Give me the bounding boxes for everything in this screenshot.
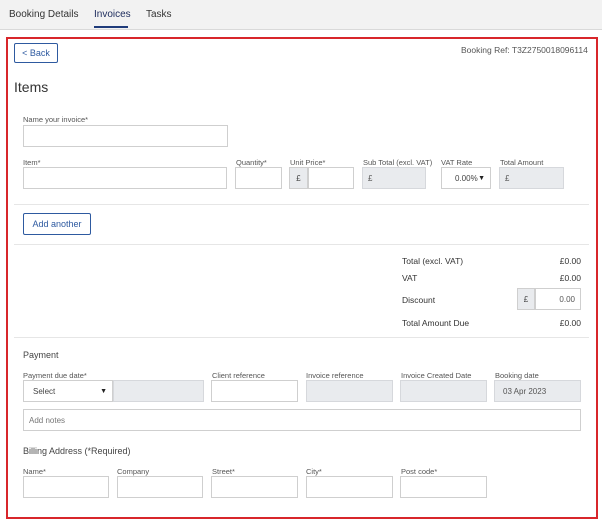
billing-company-input[interactable] bbox=[117, 476, 203, 498]
divider bbox=[14, 244, 589, 245]
vat-rate-select[interactable]: 0.00% ▼ bbox=[441, 167, 491, 189]
billing-name-label: Name* bbox=[23, 467, 46, 476]
billing-address-title: Billing Address (*Required) bbox=[23, 446, 131, 456]
billing-city-input[interactable] bbox=[306, 476, 393, 498]
billing-street-input[interactable] bbox=[211, 476, 298, 498]
payment-due-date-field bbox=[113, 380, 204, 402]
subtotal-field: £ bbox=[362, 167, 426, 189]
billing-postcode-input[interactable] bbox=[400, 476, 487, 498]
vat-value: £0.00 bbox=[559, 273, 581, 283]
vat-rate-label: VAT Rate bbox=[441, 158, 473, 167]
total-due-label: Total Amount Due bbox=[402, 318, 470, 328]
notes-input[interactable]: Add notes bbox=[23, 409, 581, 431]
payment-due-date-label: Payment due date* bbox=[23, 371, 87, 380]
vat-rate-value: 0.00% bbox=[455, 173, 478, 183]
tab-invoices[interactable]: Invoices bbox=[94, 9, 131, 20]
divider bbox=[14, 204, 589, 205]
item-input[interactable] bbox=[23, 167, 227, 189]
billing-name-input[interactable] bbox=[23, 476, 109, 498]
total-excl-vat-label: Total (excl. VAT) bbox=[402, 256, 464, 266]
active-tab-indicator bbox=[94, 26, 128, 28]
billing-postcode-label: Post code* bbox=[401, 467, 438, 476]
unit-price-input[interactable] bbox=[308, 167, 354, 189]
item-label: Item* bbox=[23, 158, 41, 167]
add-another-button[interactable]: Add another bbox=[23, 213, 91, 235]
total-due-value: £0.00 bbox=[559, 318, 581, 328]
booking-ref: Booking Ref: T3Z2750018096114 bbox=[461, 45, 588, 55]
vat-label: VAT bbox=[402, 273, 418, 283]
discount-currency: £ bbox=[517, 288, 535, 310]
invoice-name-label: Name your invoice* bbox=[23, 115, 89, 124]
discount-label: Discount bbox=[402, 295, 436, 305]
booking-date-field: 03 Apr 2023 bbox=[494, 380, 581, 402]
unit-price-label: Unit Price* bbox=[290, 158, 326, 167]
back-button[interactable]: < Back bbox=[14, 43, 58, 63]
invoice-reference-field bbox=[306, 380, 393, 402]
billing-city-label: City* bbox=[306, 467, 322, 476]
client-reference-label: Client reference bbox=[212, 371, 265, 380]
chevron-down-icon: ▼ bbox=[100, 387, 107, 395]
subtotal-label: Sub Total (excl. VAT) bbox=[363, 158, 433, 167]
page-title: Items bbox=[14, 79, 49, 95]
tab-bar: Booking Details Invoices Tasks bbox=[0, 0, 602, 30]
divider bbox=[14, 337, 589, 338]
payment-due-date-value: Select bbox=[33, 386, 56, 396]
booking-date-label: Booking date bbox=[495, 371, 539, 380]
client-reference-input[interactable] bbox=[211, 380, 298, 402]
total-excl-vat-value: £0.00 bbox=[559, 256, 581, 266]
payment-title: Payment bbox=[23, 350, 59, 360]
invoice-name-input[interactable] bbox=[23, 125, 228, 147]
billing-street-label: Street* bbox=[212, 467, 235, 476]
chevron-down-icon: ▼ bbox=[478, 174, 485, 182]
total-amount-label: Total Amount bbox=[500, 158, 544, 167]
total-amount-currency: £ bbox=[505, 173, 510, 183]
invoice-created-date-field bbox=[400, 380, 487, 402]
quantity-input[interactable] bbox=[235, 167, 282, 189]
discount-input[interactable]: 0.00 bbox=[535, 288, 581, 310]
quantity-label: Quantity* bbox=[236, 158, 267, 167]
subtotal-currency: £ bbox=[368, 173, 373, 183]
invoice-created-date-label: Invoice Created Date bbox=[401, 371, 472, 380]
unit-price-currency: £ bbox=[289, 167, 308, 189]
billing-company-label: Company bbox=[117, 467, 150, 476]
tab-booking-details[interactable]: Booking Details bbox=[9, 9, 78, 20]
invoice-reference-label: Invoice reference bbox=[306, 371, 364, 380]
payment-due-date-select[interactable]: Select ▼ bbox=[23, 380, 113, 402]
total-amount-field: £ bbox=[499, 167, 564, 189]
tab-tasks[interactable]: Tasks bbox=[146, 9, 172, 20]
